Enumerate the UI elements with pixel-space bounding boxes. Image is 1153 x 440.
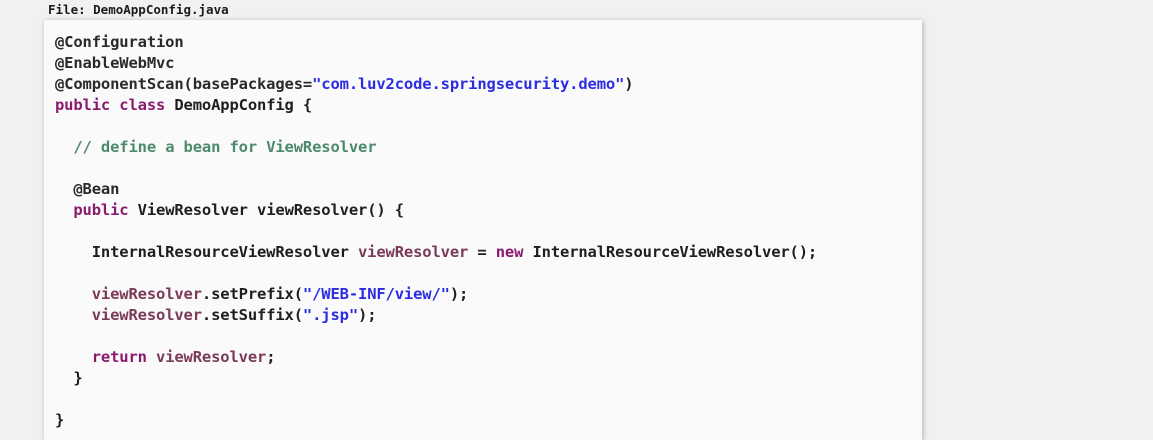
code-token-string: "com.luv2code.springsecurity.demo" — [312, 75, 625, 93]
code-token-variable: viewResolver — [358, 243, 469, 261]
code-token-annotation: @Configuration — [55, 33, 184, 51]
code-line: viewResolver.setPrefix("/WEB-INF/view/")… — [55, 284, 922, 305]
code-token-string: "/WEB-INF/view/" — [302, 285, 450, 303]
code-token-plain: ) — [624, 75, 634, 93]
code-token-plain: } — [55, 369, 83, 387]
code-token-plain: } — [55, 411, 65, 429]
code-token-plain: .setPrefix( — [201, 285, 303, 303]
code-token-variable: viewResolver — [156, 348, 267, 366]
code-token-keyword: public class — [55, 96, 175, 114]
code-token-keyword: return — [91, 348, 157, 366]
code-line: viewResolver.setSuffix(".jsp"); — [55, 305, 922, 326]
code-line: public class DemoAppConfig { — [55, 95, 922, 116]
code-line: } — [55, 410, 922, 431]
code-token-keyword: public — [73, 201, 138, 219]
code-token-plain: ; — [266, 348, 276, 366]
code-token-plain: = — [468, 243, 496, 261]
code-token-annotation: @EnableWebMvc — [55, 54, 175, 72]
code-token-plain: ); — [358, 306, 377, 324]
code-token-plain: .setSuffix( — [201, 306, 303, 324]
code-token-plain: InternalResourceViewResolver(); — [532, 243, 818, 261]
code-token-plain: InternalResourceViewResolver — [55, 243, 358, 261]
code-line: InternalResourceViewResolver viewResolve… — [55, 242, 922, 263]
code-line: // define a bean for ViewResolver — [55, 137, 922, 158]
code-token-plain: ViewResolver viewResolver() { — [137, 201, 404, 219]
code-panel: @Configuration @EnableWebMvc @ComponentSca… — [44, 20, 922, 440]
file-name-label: File: DemoAppConfig.java — [48, 2, 229, 17]
code-line: @Bean — [55, 179, 922, 200]
code-token-comment: // define a bean for ViewResolver — [73, 138, 377, 156]
code-line: public ViewResolver viewResolver() { — [55, 200, 922, 221]
code-token-variable: viewResolver — [91, 306, 202, 324]
code-token-annotation: @Bean — [73, 180, 120, 198]
code-line: @ComponentScan(basePackages="com.luv2cod… — [55, 74, 922, 95]
code-token-keyword: new — [495, 243, 533, 261]
code-block: @Configuration @EnableWebMvc @ComponentSca… — [55, 32, 922, 431]
code-token-string: ".jsp" — [302, 306, 359, 324]
code-token-variable: viewResolver — [91, 285, 202, 303]
code-token-annotation: @ComponentScan(basePackages= — [55, 75, 313, 93]
code-line: return viewResolver; — [55, 347, 922, 368]
code-token-plain: DemoAppConfig { — [174, 96, 313, 114]
code-line: } — [55, 368, 922, 389]
code-token-plain: ); — [449, 285, 469, 303]
code-line: @EnableWebMvc — [55, 53, 922, 74]
code-line: @Configuration — [55, 32, 922, 53]
